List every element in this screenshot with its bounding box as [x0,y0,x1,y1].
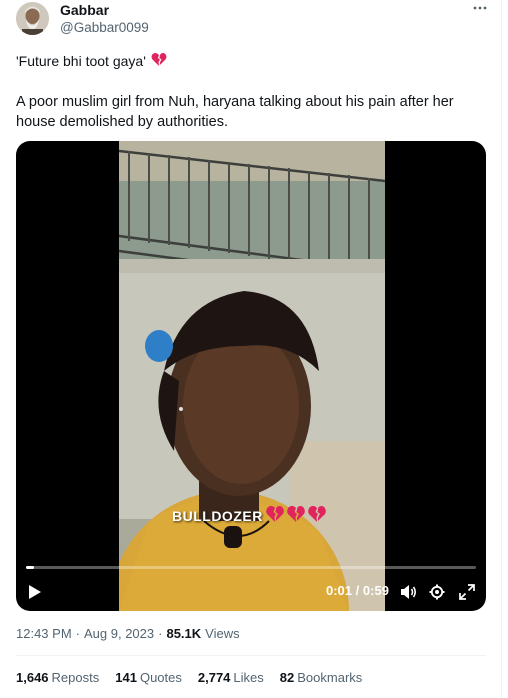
divider [16,655,486,656]
author-name[interactable]: Gabbar [60,2,109,18]
likes-label: Likes [233,670,264,685]
quotes-stat[interactable]: 141 Quotes [115,670,182,685]
volume-icon[interactable] [400,584,418,605]
reposts-stat[interactable]: 1,646 Reposts [16,670,99,685]
likes-stat[interactable]: 2,774 Likes [198,670,264,685]
video-player[interactable]: BULLDOZER 0:01 / 0:59 [16,141,486,611]
quotes-label: Quotes [139,670,182,685]
more-options-icon[interactable] [470,0,490,20]
play-icon[interactable] [28,584,42,605]
views-count: 85.1K [166,626,202,641]
fullscreen-icon[interactable] [459,584,475,605]
tweet-time[interactable]: 12:43 PM [16,626,72,641]
meta-dot: · [75,626,80,641]
video-overlay-caption: BULLDOZER [172,504,329,527]
quotes-count: 141 [115,670,137,685]
avatar[interactable] [16,2,49,35]
overlay-caption-text: BULLDOZER [172,507,263,524]
video-progress-fill [26,566,34,569]
meta-dot: · [158,626,163,641]
tweet-card: Gabbar @Gabbar0099 'Future bhi toot gaya… [0,0,502,698]
views-label: Views [205,626,240,641]
video-progress-bar[interactable] [26,566,476,569]
tweet-text-line1: 'Future bhi toot gaya' [16,52,167,70]
video-time: 0:01 / 0:59 [326,583,389,598]
video-frame [119,141,385,611]
likes-count: 2,774 [197,670,231,685]
settings-gear-icon[interactable] [429,584,445,605]
tweet-date[interactable]: Aug 9, 2023 [84,626,154,641]
author-handle[interactable]: @Gabbar0099 [60,20,149,35]
bookmarks-stat[interactable]: 82 Bookmarks [280,670,363,685]
reposts-count: 1,646 [16,670,49,685]
bookmarks-label: Bookmarks [297,670,363,685]
broken-heart-icon [265,504,329,527]
broken-heart-icon [151,52,167,70]
engagement-stats: 1,646 Reposts 141 Quotes 2,774 Likes 82 Book… [16,670,362,685]
video-time-separator: / [355,583,360,598]
tweet-text-body: A poor muslim girl from Nuh, haryana tal… [16,94,454,130]
tweet-quote: 'Future bhi toot gaya' [16,53,146,69]
video-current-time: 0:01 [326,583,353,598]
bookmarks-count: 82 [279,670,295,685]
reposts-label: Reposts [51,670,100,685]
video-duration: 0:59 [362,583,389,598]
tweet-meta: 12:43 PM · Aug 9, 2023 · 85.1K Views [16,626,240,641]
